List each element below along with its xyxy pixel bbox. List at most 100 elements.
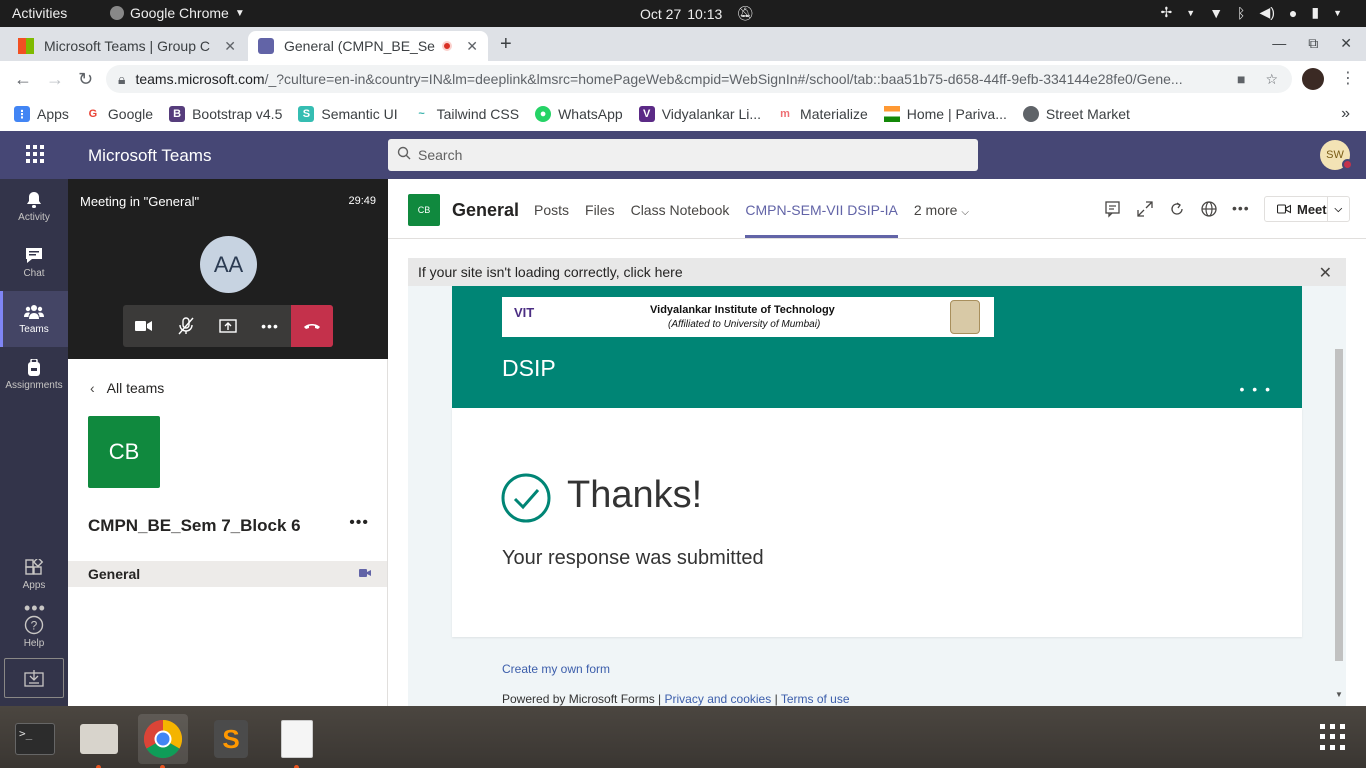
meeting-title: Meeting in "General" bbox=[80, 194, 200, 209]
address-bar[interactable]: 🔒︎ teams.microsoft.com/_?culture=en-in&c… bbox=[106, 65, 1292, 93]
privacy-link[interactable]: Privacy and cookies bbox=[665, 692, 772, 706]
more-options-icon[interactable]: ••• bbox=[1232, 200, 1250, 218]
site-notice-bar[interactable]: If your site isn't loading correctly, cl… bbox=[408, 258, 1346, 286]
bookmark-tailwind[interactable]: ~ Tailwind CSS bbox=[413, 106, 519, 122]
form-more-icon[interactable]: • • • bbox=[1240, 381, 1272, 397]
bookmarks-overflow-icon[interactable]: » bbox=[1341, 105, 1350, 123]
rail-teams[interactable]: Teams bbox=[0, 291, 68, 347]
team-avatar: CB bbox=[88, 416, 160, 488]
bookmark-home-pariva[interactable]: Home | Pariva... bbox=[883, 106, 1007, 122]
bookmark-semantic[interactable]: S Semantic UI bbox=[298, 106, 398, 122]
mute-button[interactable] bbox=[165, 305, 207, 347]
rail-help[interactable]: ? Help bbox=[0, 603, 68, 659]
tab-class-notebook[interactable]: Class Notebook bbox=[631, 202, 730, 218]
rail-label: Apps bbox=[22, 580, 46, 591]
tab-general[interactable]: General (CMPN_BE_Se ✕ bbox=[248, 31, 488, 61]
form-title: DSIP bbox=[502, 355, 556, 381]
search-icon bbox=[397, 146, 411, 163]
profile-avatar[interactable] bbox=[1302, 68, 1324, 90]
conversation-icon[interactable] bbox=[1104, 200, 1122, 218]
close-icon[interactable]: ✕ bbox=[466, 38, 478, 55]
chrome-icon bbox=[110, 6, 124, 20]
bookmark-street-market[interactable]: Street Market bbox=[1022, 106, 1130, 122]
clock-date: Oct 27 bbox=[640, 5, 682, 22]
star-icon[interactable]: ☆ bbox=[1265, 71, 1278, 88]
dock-chrome[interactable] bbox=[138, 714, 188, 768]
bookmark-bootstrap[interactable]: B Bootstrap v4.5 bbox=[169, 106, 282, 122]
tab-files[interactable]: Files bbox=[585, 202, 615, 218]
sublime-text-icon: S bbox=[214, 720, 248, 758]
forward-arrow-icon[interactable]: → bbox=[46, 69, 64, 90]
new-tab-button[interactable]: + bbox=[500, 33, 512, 56]
rail-assignments[interactable]: Assignments bbox=[0, 347, 68, 403]
hang-up-button[interactable] bbox=[291, 305, 333, 347]
scrollbar-thumb[interactable] bbox=[1335, 349, 1343, 661]
minimize-icon[interactable]: — bbox=[1272, 35, 1286, 52]
scroll-down-arrow-icon[interactable]: ▼ bbox=[1335, 690, 1343, 699]
bookmark-whatsapp[interactable]: ● WhatsApp bbox=[535, 106, 623, 122]
back-arrow-icon[interactable]: ← bbox=[14, 69, 32, 90]
materialize-icon: m bbox=[777, 106, 794, 122]
close-icon[interactable]: ✕ bbox=[1319, 263, 1332, 283]
clock-time: 10:13 bbox=[687, 5, 723, 22]
activities-button[interactable]: Activities bbox=[12, 5, 67, 21]
more-actions-button[interactable]: ••• bbox=[249, 305, 291, 347]
close-icon[interactable]: ✕ bbox=[224, 38, 236, 55]
tab-teams-group[interactable]: Microsoft Teams | Group C ✕ bbox=[8, 31, 246, 61]
bookmark-label: WhatsApp bbox=[558, 106, 623, 122]
rail-chat[interactable]: Chat bbox=[0, 235, 68, 291]
teams-logo-icon bbox=[258, 38, 274, 54]
camera-icon[interactable]: ■ bbox=[1237, 71, 1245, 88]
dock-sublime[interactable]: S bbox=[206, 714, 256, 764]
maximize-icon[interactable]: ⧉ bbox=[1308, 35, 1318, 52]
create-form-link[interactable]: Create my own form bbox=[502, 662, 610, 676]
bookmark-label: Street Market bbox=[1045, 106, 1130, 122]
dock: >_ S bbox=[0, 706, 1366, 768]
clock[interactable]: Oct 27 10:13 🔕︎ bbox=[640, 5, 754, 22]
tab-dsip-ia[interactable]: CMPN-SEM-VII DSIP-IA bbox=[745, 202, 899, 238]
close-window-icon[interactable]: ✕ bbox=[1340, 35, 1352, 52]
channel-item-general[interactable]: General bbox=[68, 561, 387, 587]
tab-posts[interactable]: Posts bbox=[534, 202, 569, 218]
dock-terminal[interactable]: >_ bbox=[10, 714, 60, 764]
rail-activity[interactable]: Activity bbox=[0, 179, 68, 235]
team-initials: CB bbox=[108, 439, 140, 464]
user-avatar[interactable]: SW bbox=[1320, 140, 1353, 170]
all-teams-link[interactable]: ‹ All teams bbox=[90, 380, 164, 396]
dock-document-viewer[interactable] bbox=[272, 714, 322, 768]
reload-icon[interactable]: ↻ bbox=[78, 69, 93, 90]
scrollbar[interactable]: ▼ bbox=[1332, 286, 1346, 706]
system-tray[interactable]: ✢ ▼ ▼ ᛒ ◀) ● ▮ ▼ bbox=[1161, 4, 1342, 21]
search-input[interactable]: Search bbox=[388, 139, 978, 171]
bookmark-materialize[interactable]: m Materialize bbox=[777, 106, 868, 122]
terminal-icon: >_ bbox=[15, 723, 55, 755]
bookmark-vidyalankar[interactable]: V Vidyalankar Li... bbox=[638, 106, 761, 122]
chevron-down-icon[interactable]: ⌵ bbox=[1328, 204, 1349, 215]
terms-link[interactable]: Terms of use bbox=[781, 692, 850, 706]
refresh-icon[interactable] bbox=[1168, 200, 1186, 218]
download-app-button[interactable] bbox=[4, 658, 64, 698]
battery-icon: ▮ bbox=[1311, 4, 1320, 20]
window-controls: — ⧉ ✕ bbox=[1272, 35, 1352, 52]
bluetooth-icon: ᛒ bbox=[1237, 4, 1246, 21]
rail-apps[interactable]: Apps bbox=[0, 547, 68, 603]
camera-button[interactable] bbox=[123, 305, 165, 347]
globe-icon[interactable] bbox=[1200, 200, 1218, 218]
footer-separator: | bbox=[774, 692, 778, 706]
google-icon: G bbox=[84, 106, 101, 122]
app-launcher-icon[interactable] bbox=[26, 145, 44, 163]
meet-button[interactable]: Meet ⌵ bbox=[1264, 196, 1350, 222]
response-submitted-text: Your response was submitted bbox=[502, 547, 764, 569]
dock-files[interactable] bbox=[74, 714, 124, 768]
show-applications-icon[interactable] bbox=[1320, 724, 1346, 750]
tab-more[interactable]: 2 more ⌵ bbox=[914, 202, 969, 218]
share-screen-button[interactable] bbox=[207, 305, 249, 347]
site-notice-text[interactable]: If your site isn't loading correctly, cl… bbox=[418, 264, 683, 280]
expand-icon[interactable] bbox=[1136, 200, 1154, 218]
more-vert-icon[interactable]: ⋮ bbox=[1340, 68, 1356, 88]
app-menu[interactable]: Google Chrome ▼ bbox=[110, 5, 245, 21]
bookmark-apps[interactable]: ⋮ Apps bbox=[14, 106, 69, 122]
bookmark-google[interactable]: G Google bbox=[84, 106, 153, 122]
teams-header: Microsoft Teams Search bbox=[0, 131, 1366, 179]
team-options-icon[interactable]: ••• bbox=[349, 514, 369, 532]
